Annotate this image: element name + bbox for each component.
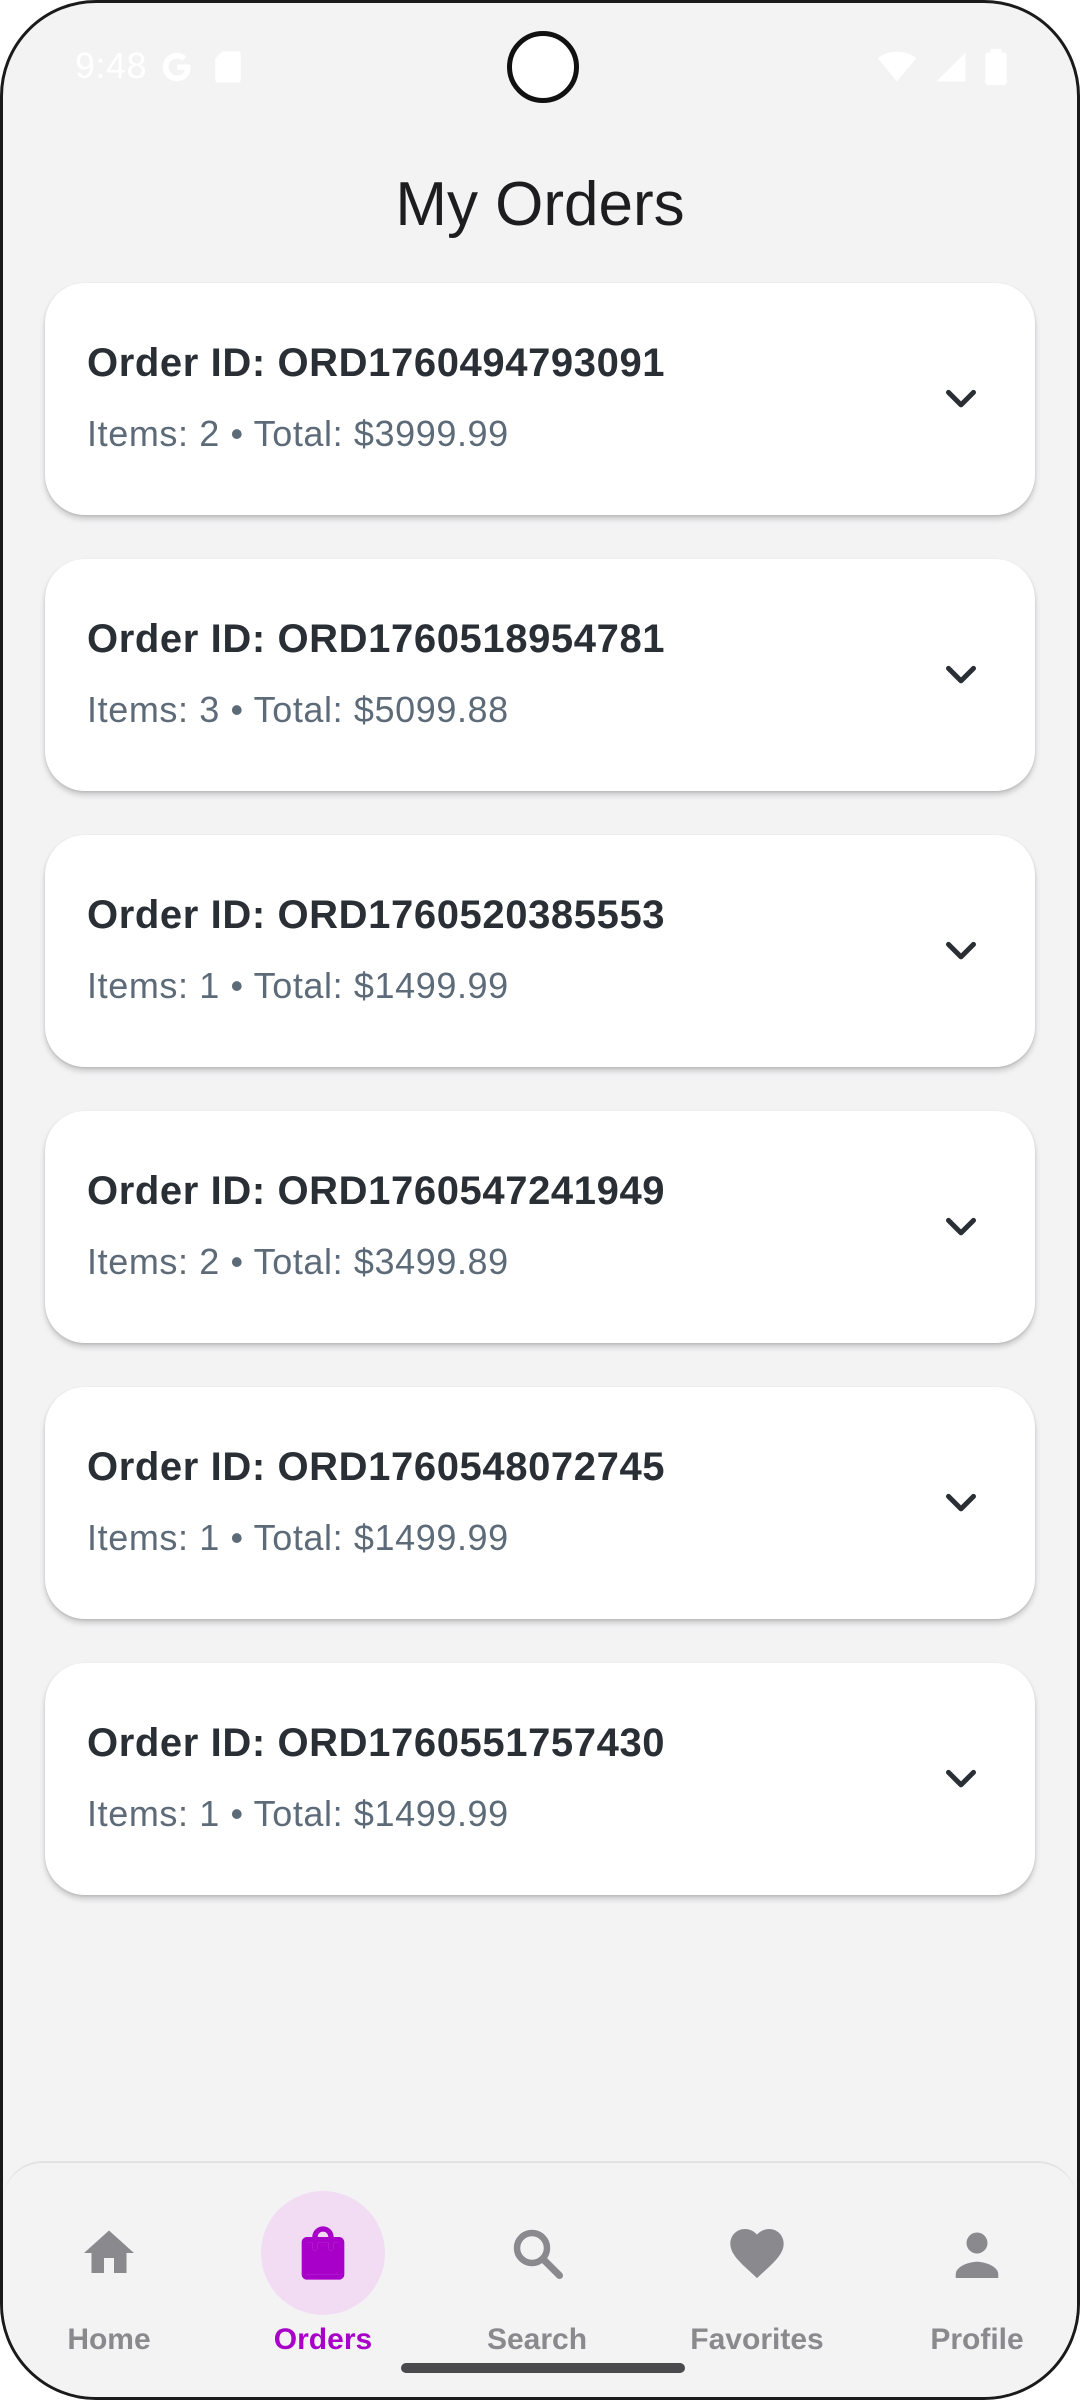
nav-active-indicator bbox=[261, 2191, 385, 2315]
wifi-icon bbox=[877, 51, 917, 82]
order-id: Order ID: ORD1760548072745 bbox=[87, 1445, 666, 1489]
order-id: Order ID: ORD1760518954781 bbox=[87, 617, 666, 661]
order-summary: Items: 1 • Total: $1499.99 bbox=[87, 1793, 509, 1834]
nav-item-profile[interactable]: Profile bbox=[887, 2191, 1067, 2371]
nav-item-favorites[interactable]: Favorites bbox=[667, 2191, 847, 2371]
status-notification-icons bbox=[159, 49, 243, 85]
nav-label: Home bbox=[67, 2323, 151, 2356]
nav-item-search[interactable]: Search bbox=[447, 2191, 627, 2371]
chevron-down-icon[interactable] bbox=[941, 1483, 981, 1523]
order-summary: Items: 2 • Total: $3999.99 bbox=[87, 413, 509, 454]
chevron-down-icon[interactable] bbox=[941, 1759, 981, 1799]
person-icon bbox=[955, 2232, 999, 2278]
camera-cutout bbox=[507, 31, 579, 103]
order-summary: Items: 2 • Total: $3499.89 bbox=[87, 1241, 509, 1282]
search-icon bbox=[513, 2229, 563, 2279]
heart-icon bbox=[730, 2229, 784, 2279]
chevron-down-icon[interactable] bbox=[941, 1207, 981, 1247]
chevron-down-icon[interactable] bbox=[941, 379, 981, 419]
sd-card-icon bbox=[215, 51, 241, 83]
nav-label: Search bbox=[486, 2323, 588, 2356]
nav-label: Profile bbox=[930, 2323, 1024, 2356]
status-bar: 9:48 bbox=[3, 3, 1077, 135]
order-card[interactable]: Order ID: ORD1760518954781 Items: 3 • To… bbox=[45, 559, 1035, 791]
phone-screen: 9:48 My Orders Order ID: ORD176049479309… bbox=[0, 0, 1080, 2400]
status-system-icons bbox=[877, 49, 1007, 85]
order-id: Order ID: ORD1760551757430 bbox=[87, 1721, 666, 1765]
order-id: Order ID: ORD1760520385553 bbox=[87, 893, 666, 937]
order-card[interactable]: Order ID: ORD1760547241949 Items: 2 • To… bbox=[45, 1111, 1035, 1343]
google-icon bbox=[162, 52, 191, 82]
order-card[interactable]: Order ID: ORD1760494793091 Items: 2 • To… bbox=[45, 283, 1035, 515]
orders-list: Order ID: ORD1760494793091 Items: 2 • To… bbox=[45, 283, 1035, 1939]
status-time: 9:48 bbox=[75, 45, 148, 86]
nav-label: Favorites bbox=[690, 2323, 824, 2356]
order-summary: Items: 1 • Total: $1499.99 bbox=[87, 965, 509, 1006]
chevron-down-icon[interactable] bbox=[941, 931, 981, 971]
order-summary: Items: 3 • Total: $5099.88 bbox=[87, 689, 509, 730]
nav-label: Orders bbox=[273, 2323, 373, 2356]
order-card[interactable]: Order ID: ORD1760520385553 Items: 1 • To… bbox=[45, 835, 1035, 1067]
order-summary: Items: 1 • Total: $1499.99 bbox=[87, 1517, 509, 1558]
nav-item-home[interactable]: Home bbox=[19, 2191, 199, 2371]
battery-icon bbox=[985, 49, 1007, 85]
gesture-handle[interactable] bbox=[401, 2363, 685, 2373]
order-id: Order ID: ORD1760494793091 bbox=[87, 341, 666, 385]
chevron-down-icon[interactable] bbox=[941, 655, 981, 695]
home-icon bbox=[84, 2230, 134, 2273]
order-id: Order ID: ORD1760547241949 bbox=[87, 1169, 666, 1213]
cellular-signal-icon bbox=[936, 52, 966, 82]
bottom-navigation: Home Orders Search Favorites Profile bbox=[3, 2161, 1077, 2397]
order-card[interactable]: Order ID: ORD1760548072745 Items: 1 • To… bbox=[45, 1387, 1035, 1619]
shopping-bag-icon bbox=[301, 2226, 345, 2280]
nav-item-orders[interactable]: Orders bbox=[233, 2191, 413, 2371]
order-card[interactable]: Order ID: ORD1760551757430 Items: 1 • To… bbox=[45, 1663, 1035, 1895]
page-title: My Orders bbox=[395, 170, 685, 239]
